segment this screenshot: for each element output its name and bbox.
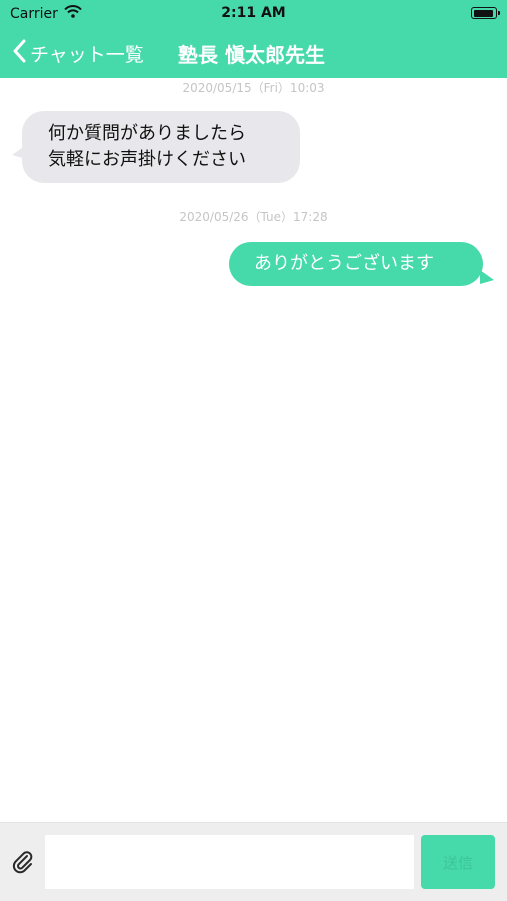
status-bar: Carrier 2:11 AM (0, 0, 507, 28)
message-input-bar: 送信 (0, 822, 507, 901)
message-timestamp: 2020/05/15（Fri）10:03 (182, 81, 325, 95)
message-timestamp: 2020/05/26（Tue）17:28 (179, 210, 328, 224)
message-text-line: 気軽にお声掛けください (48, 149, 246, 170)
send-button-label: 送信 (442, 853, 473, 872)
message-text-line: 何か質問がありましたら (48, 123, 246, 144)
message-text-input[interactable] (45, 835, 414, 889)
status-time: 2:11 AM (221, 5, 286, 21)
incoming-message-bubble: 何か質問がありましたら 気軽にお声掛けください (12, 111, 300, 183)
back-button[interactable]: チャット一覧 (12, 36, 144, 70)
paperclip-icon[interactable] (10, 849, 36, 875)
bubble-tail (12, 145, 26, 159)
bubble-tail (480, 270, 494, 284)
battery-icon (471, 7, 500, 19)
send-button[interactable]: 送信 (421, 835, 495, 889)
message-text-line: ありがとうございます (254, 253, 434, 274)
back-button-label: チャット一覧 (30, 43, 144, 66)
navigation-bar: チャット一覧 塾長 愼太郎先生 (0, 28, 507, 78)
outgoing-message-bubble: ありがとうございます (229, 242, 494, 286)
chevron-left-icon (12, 39, 26, 67)
page-title: 塾長 愼太郎先生 (178, 43, 325, 67)
